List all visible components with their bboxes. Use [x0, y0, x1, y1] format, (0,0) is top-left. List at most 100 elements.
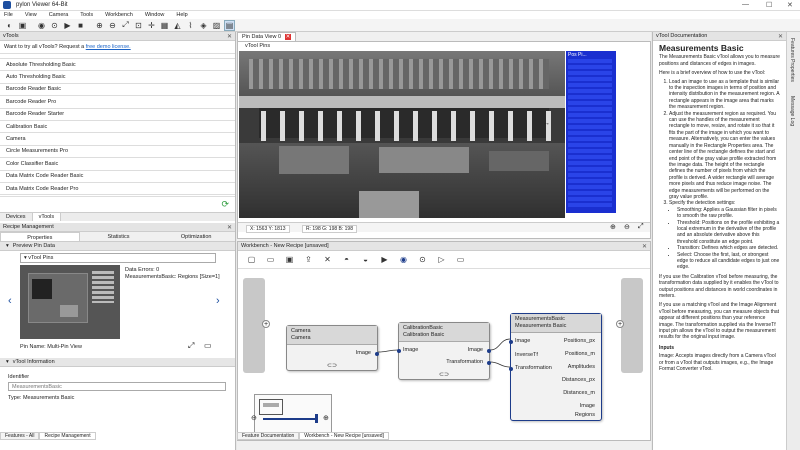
image-icon[interactable]: ▨ — [211, 20, 222, 31]
doc-settings: Smoothing: Applies a Gaussian filter in … — [677, 207, 780, 271]
zoom-out-icon[interactable]: ⊖ — [107, 20, 118, 31]
tab-features-all[interactable]: Features - All — [0, 432, 40, 440]
zoom-out-icon[interactable]: ⊖ — [624, 223, 630, 231]
tab-features-properties[interactable]: Features Properties — [789, 38, 795, 82]
rgb-readout: R: 198 G: 198 B: 198 — [302, 225, 357, 233]
center-bottom-tabs: Feature Documentation Workbench - New Re… — [237, 432, 389, 440]
list-item[interactable]: Color Classifier Basic — [0, 158, 235, 171]
maximize-icon[interactable]: ☐ — [766, 1, 772, 9]
demo-license-link[interactable]: free demo license. — [86, 44, 131, 50]
input-port[interactable] — [509, 367, 513, 371]
status-row: X: 1563 Y: 1813 R: 198 G: 198 B: 198 ⊕ ⊖… — [238, 222, 650, 233]
menu-tools[interactable]: Tools — [80, 12, 93, 18]
vtools-header: vTools ✕ — [0, 32, 235, 41]
preview-pin-data-section[interactable]: ▾ Preview Pin Data — [0, 242, 235, 251]
save-icon[interactable]: ▣ — [17, 20, 28, 31]
tab-properties[interactable]: Properties — [0, 232, 80, 241]
menu-help[interactable]: Help — [176, 12, 187, 18]
output-port[interactable] — [375, 352, 379, 356]
documentation-body: Measurements Basic The Measurements Basi… — [653, 41, 786, 377]
zoom-in-icon[interactable]: ⊕ — [610, 223, 616, 231]
splitter-handle-icon[interactable]: ↔ — [543, 120, 550, 127]
histogram-icon[interactable]: ◭ — [172, 20, 183, 31]
menu-workbench[interactable]: Workbench — [105, 12, 133, 18]
list-item[interactable]: Barcode Reader Basic — [0, 84, 235, 97]
monitor-icon[interactable]: ▭ — [204, 341, 212, 350]
output-port[interactable] — [487, 349, 491, 353]
zoom-slider-handle[interactable] — [315, 414, 318, 423]
continuous-shot-icon[interactable]: ⊙ — [49, 20, 60, 31]
list-item[interactable]: Data Matrix Code Reader Pro — [0, 183, 235, 196]
camera-toggle-icon[interactable]: ◐ — [4, 20, 15, 31]
vtool-type: Type: Measurements Basic — [8, 395, 75, 401]
chevron-left-icon[interactable]: ‹ — [8, 295, 12, 307]
input-port[interactable] — [509, 340, 513, 344]
minimize-icon[interactable]: — — [742, 1, 749, 8]
line-profile-icon[interactable]: ⌇ — [185, 20, 196, 31]
output-port[interactable] — [487, 361, 491, 365]
input-port[interactable] — [397, 349, 401, 353]
calibration-node[interactable]: CalibrationBasic Calibration Basic Image … — [397, 322, 491, 380]
list-item[interactable]: Circle Measurements Pro — [0, 146, 235, 159]
vtool-information-section[interactable]: ▾ vTool Information — [0, 358, 235, 367]
crosshair-icon[interactable]: ✛ — [146, 20, 157, 31]
zoom-in-icon[interactable]: ⊕ — [323, 414, 329, 422]
node-toggle-icon[interactable]: ⊂⊃ — [327, 362, 337, 369]
stop-icon[interactable]: ■ — [75, 20, 86, 31]
tab-optimization[interactable]: Optimization — [157, 232, 235, 241]
camera-node[interactable]: Camera Camera Image ⊂⊃ — [286, 325, 379, 371]
chevron-right-icon[interactable]: › — [216, 295, 220, 307]
menu-view[interactable]: View — [25, 12, 37, 18]
grid-icon[interactable]: ▦ — [159, 20, 170, 31]
menu-camera[interactable]: Camera — [49, 12, 69, 18]
measurements-node[interactable]: MeasurementsBasic Measurements Basic Imag… — [509, 313, 602, 421]
port-label: Image — [515, 338, 531, 344]
list-item[interactable]: Camera — [0, 133, 235, 146]
title-bar: pylon Viewer 64-Bit — ☐ ✕ — [0, 0, 800, 11]
list-item[interactable]: Auto Thresholding Basic — [0, 71, 235, 84]
list-item[interactable]: Data Matrix Code Reader Basic — [0, 171, 235, 183]
list-item[interactable]: Barcode Reader Starter — [0, 109, 235, 121]
zoom-fit-icon[interactable]: ⤢ — [120, 20, 131, 31]
zoom-out-icon[interactable]: ⊖ — [251, 414, 257, 422]
refresh-icon[interactable]: ⟳ — [221, 199, 229, 210]
tab-recipe-management[interactable]: Recipe Management — [39, 432, 96, 440]
tab-pin-data-view[interactable]: Pin Data View 0 ✕ — [237, 32, 297, 41]
app-icon — [3, 1, 11, 9]
zoom-slider[interactable] — [263, 418, 318, 420]
list-item[interactable]: Calibration Basic — [0, 121, 235, 134]
camera-image[interactable] — [239, 51, 565, 218]
tab-feature-documentation[interactable]: Feature Documentation — [237, 432, 300, 440]
node-toggle-icon[interactable]: ⊂⊃ — [439, 371, 449, 378]
fit-view-icon[interactable]: ⤢ — [188, 341, 194, 351]
panel-close-icon[interactable]: ✕ — [227, 224, 232, 231]
workbench-icon[interactable]: ▤ — [224, 19, 235, 31]
zoom-100-icon[interactable]: ⊡ — [133, 20, 144, 31]
zoom-in-icon[interactable]: ⊕ — [94, 20, 105, 31]
pin-selector[interactable]: ▾ vTool Pins — [20, 253, 216, 263]
panel-close-icon[interactable]: ✕ — [778, 33, 783, 40]
list-item[interactable]: Absolute Thresholding Basic — [0, 59, 235, 72]
coords-readout: X: 1563 Y: 1813 — [246, 225, 290, 233]
left-tabs: Devices vTools — [0, 212, 235, 221]
tab-vtools[interactable]: vTools — [32, 213, 62, 221]
menu-file[interactable]: File — [4, 12, 13, 18]
play-icon[interactable]: ▶ — [62, 20, 73, 31]
panel-close-icon[interactable]: ✕ — [227, 33, 232, 40]
color-icon[interactable]: ◈ — [198, 20, 209, 31]
close-icon[interactable]: ✕ — [787, 1, 793, 9]
tab-workbench[interactable]: Workbench - New Recipe [unsaved] — [299, 432, 389, 440]
tab-message-log[interactable]: Message Log — [789, 96, 795, 126]
identifier-field[interactable]: MeasurementsBasic — [8, 382, 226, 391]
port-label: Regions — [574, 412, 595, 418]
menu-window[interactable]: Window — [145, 12, 165, 18]
list-item[interactable]: Barcode Reader Pro — [0, 96, 235, 109]
left-panel: vTools ✕ Want to try all vTools? Request … — [0, 32, 236, 450]
tab-devices[interactable]: Devices — [0, 213, 33, 221]
pin-name: Pin Name: Multi-Pin View — [20, 344, 82, 350]
close-icon[interactable]: ✕ — [284, 34, 292, 40]
tab-statistics[interactable]: Statistics — [80, 232, 158, 241]
pin-data-table[interactable]: Pos Pi... — [566, 51, 616, 213]
zoom-fit-icon[interactable]: ⤢ — [638, 223, 644, 231]
single-shot-icon[interactable]: ◉ — [36, 20, 47, 31]
